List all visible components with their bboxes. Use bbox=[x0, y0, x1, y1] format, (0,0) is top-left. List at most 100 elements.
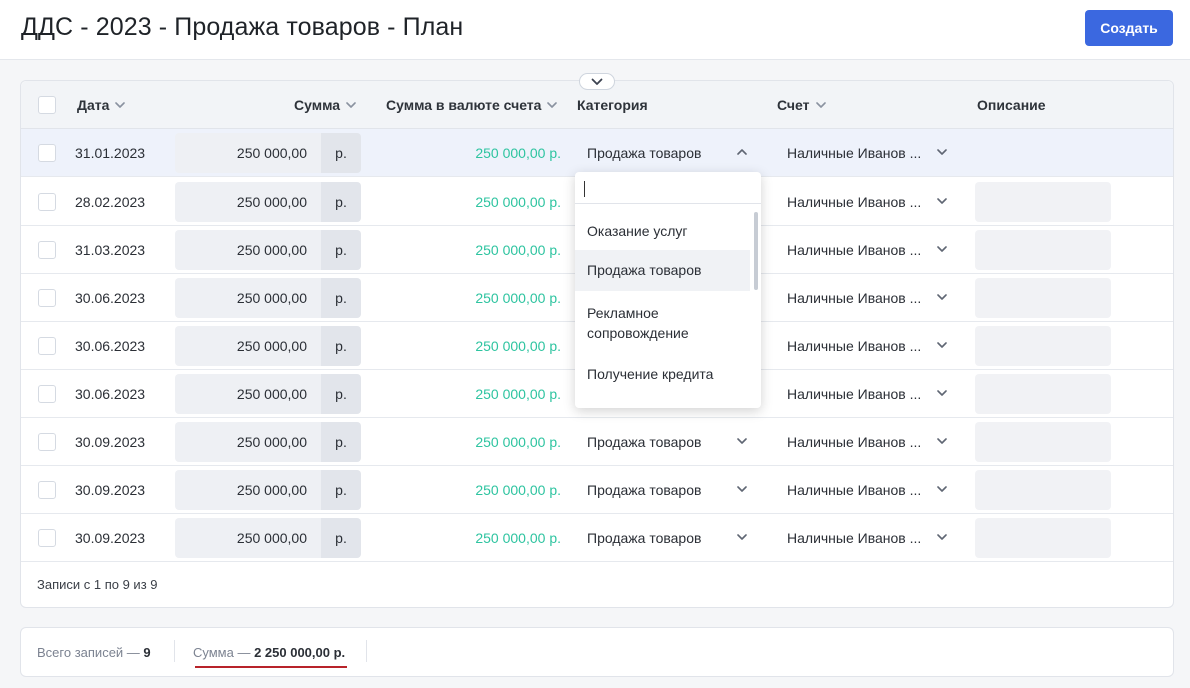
chevron-down-icon[interactable] bbox=[937, 386, 947, 400]
account-select[interactable]: Наличные Иванов ... bbox=[787, 386, 921, 402]
collapse-toggle-button[interactable] bbox=[579, 73, 615, 90]
account-select[interactable]: Наличные Иванов ... bbox=[787, 530, 921, 546]
row-checkbox[interactable] bbox=[38, 193, 56, 211]
account-select[interactable]: Наличные Иванов ... bbox=[787, 434, 921, 450]
account-select[interactable]: Наличные Иванов ... bbox=[787, 290, 921, 306]
column-description-label: Описание bbox=[977, 97, 1046, 113]
amount-input[interactable]: 250 000,00 bbox=[175, 133, 321, 173]
description-input[interactable] bbox=[975, 518, 1111, 558]
account-select[interactable]: Наличные Иванов ... bbox=[787, 338, 921, 354]
column-date[interactable]: Дата bbox=[77, 97, 126, 113]
description-input[interactable] bbox=[975, 470, 1111, 510]
amount-input[interactable]: 250 000,00 bbox=[175, 230, 321, 270]
amount-input[interactable]: 250 000,00 bbox=[175, 326, 321, 366]
records-info: Записи с 1 по 9 из 9 bbox=[37, 577, 158, 592]
column-account-amount[interactable]: Сумма в валюте счета bbox=[386, 97, 558, 113]
row-checkbox[interactable] bbox=[38, 529, 56, 547]
chevron-down-icon[interactable] bbox=[937, 530, 947, 544]
row-checkbox[interactable] bbox=[38, 385, 56, 403]
chevron-down-icon bbox=[591, 78, 603, 85]
currency-select[interactable]: р. bbox=[321, 230, 361, 270]
row-checkbox[interactable] bbox=[38, 337, 56, 355]
chevron-down-icon[interactable] bbox=[937, 290, 947, 304]
row-date: 31.03.2023 bbox=[75, 242, 146, 258]
category-option-selected[interactable]: Продажа товаров bbox=[575, 250, 750, 291]
chevron-down-icon[interactable] bbox=[737, 434, 747, 448]
category-select[interactable]: Продажа товаров bbox=[587, 482, 701, 498]
amount-input[interactable]: 250 000,00 bbox=[175, 518, 321, 558]
description-input[interactable] bbox=[975, 182, 1111, 222]
table-row[interactable]: 30.09.2023 250 000,00 р. 250 000,00 р. П… bbox=[21, 418, 1173, 466]
column-description: Описание bbox=[977, 97, 1046, 113]
sum-underline bbox=[195, 666, 347, 668]
column-account[interactable]: Счет bbox=[777, 97, 826, 113]
currency-select[interactable]: р. bbox=[321, 374, 361, 414]
account-amount: 250 000,00 р. bbox=[475, 482, 561, 498]
description-input[interactable] bbox=[975, 374, 1111, 414]
currency-select[interactable]: р. bbox=[321, 518, 361, 558]
currency-select[interactable]: р. bbox=[321, 133, 361, 173]
account-amount: 250 000,00 р. bbox=[475, 194, 561, 210]
dropdown-scrollbar[interactable] bbox=[754, 212, 758, 290]
row-checkbox[interactable] bbox=[38, 433, 56, 451]
chevron-down-icon[interactable] bbox=[937, 194, 947, 208]
amount-input[interactable]: 250 000,00 bbox=[175, 374, 321, 414]
select-all-checkbox[interactable] bbox=[38, 96, 56, 114]
sort-chevron-down-icon bbox=[346, 102, 356, 108]
currency-select[interactable]: р. bbox=[321, 278, 361, 318]
table-row[interactable]: 30.09.2023 250 000,00 р. 250 000,00 р. П… bbox=[21, 514, 1173, 562]
chevron-down-icon[interactable] bbox=[937, 434, 947, 448]
total-sum[interactable]: Сумма — 2 250 000,00 р. bbox=[193, 645, 345, 660]
account-select[interactable]: Наличные Иванов ... bbox=[787, 482, 921, 498]
sort-chevron-down-icon bbox=[115, 102, 126, 108]
table-row[interactable]: 31.01.2023 250 000,00 р. 250 000,00 р. П… bbox=[21, 129, 1173, 177]
table-row[interactable]: 30.09.2023 250 000,00 р. 250 000,00 р. П… bbox=[21, 466, 1173, 514]
chevron-down-icon[interactable] bbox=[737, 482, 747, 496]
create-button[interactable]: Создать bbox=[1085, 10, 1173, 46]
amount-input[interactable]: 250 000,00 bbox=[175, 278, 321, 318]
chevron-down-icon[interactable] bbox=[937, 242, 947, 256]
currency-select[interactable]: р. bbox=[321, 422, 361, 462]
row-date: 30.06.2023 bbox=[75, 386, 146, 402]
chevron-up-icon[interactable] bbox=[737, 145, 747, 159]
chevron-down-icon[interactable] bbox=[737, 530, 747, 544]
amount-input[interactable]: 250 000,00 bbox=[175, 182, 321, 222]
amount-input[interactable]: 250 000,00 bbox=[175, 422, 321, 462]
account-select[interactable]: Наличные Иванов ... bbox=[787, 242, 921, 258]
category-option[interactable]: Получение кредита bbox=[575, 364, 750, 384]
description-input[interactable] bbox=[975, 278, 1111, 318]
column-account-label: Счет bbox=[777, 97, 810, 113]
column-amount[interactable]: Сумма bbox=[294, 97, 356, 113]
amount-input[interactable]: 250 000,00 bbox=[175, 470, 321, 510]
amount-value: 250 000,00 bbox=[236, 145, 307, 161]
row-checkbox[interactable] bbox=[38, 144, 56, 162]
category-option[interactable]: Рекламное сопровождение bbox=[575, 303, 750, 343]
chevron-down-icon[interactable] bbox=[937, 145, 947, 159]
category-search-input[interactable] bbox=[575, 172, 761, 204]
text-caret bbox=[584, 181, 585, 197]
description-input[interactable] bbox=[975, 326, 1111, 366]
chevron-down-icon[interactable] bbox=[937, 338, 947, 352]
row-checkbox[interactable] bbox=[38, 481, 56, 499]
row-checkbox[interactable] bbox=[38, 289, 56, 307]
description-input[interactable] bbox=[975, 422, 1111, 462]
amount-value: 250 000,00 bbox=[236, 338, 307, 354]
account-amount: 250 000,00 р. bbox=[475, 338, 561, 354]
currency-select[interactable]: р. bbox=[321, 326, 361, 366]
category-select[interactable]: Продажа товаров bbox=[587, 434, 701, 450]
row-date: 30.09.2023 bbox=[75, 482, 146, 498]
row-checkbox[interactable] bbox=[38, 241, 56, 259]
description-input[interactable] bbox=[975, 133, 1111, 173]
category-select[interactable]: Продажа товаров bbox=[587, 530, 701, 546]
category-option[interactable]: Оказание услуг bbox=[575, 221, 750, 241]
account-select[interactable]: Наличные Иванов ... bbox=[787, 194, 921, 210]
account-amount: 250 000,00 р. bbox=[475, 242, 561, 258]
currency-select[interactable]: р. bbox=[321, 470, 361, 510]
description-input[interactable] bbox=[975, 230, 1111, 270]
chevron-down-icon[interactable] bbox=[937, 482, 947, 496]
account-select[interactable]: Наличные Иванов ... bbox=[787, 145, 921, 161]
category-select[interactable]: Продажа товаров bbox=[587, 145, 701, 161]
currency-select[interactable]: р. bbox=[321, 182, 361, 222]
total-records-label: Всего записей — bbox=[37, 645, 144, 660]
column-category[interactable]: Категория bbox=[577, 97, 648, 113]
